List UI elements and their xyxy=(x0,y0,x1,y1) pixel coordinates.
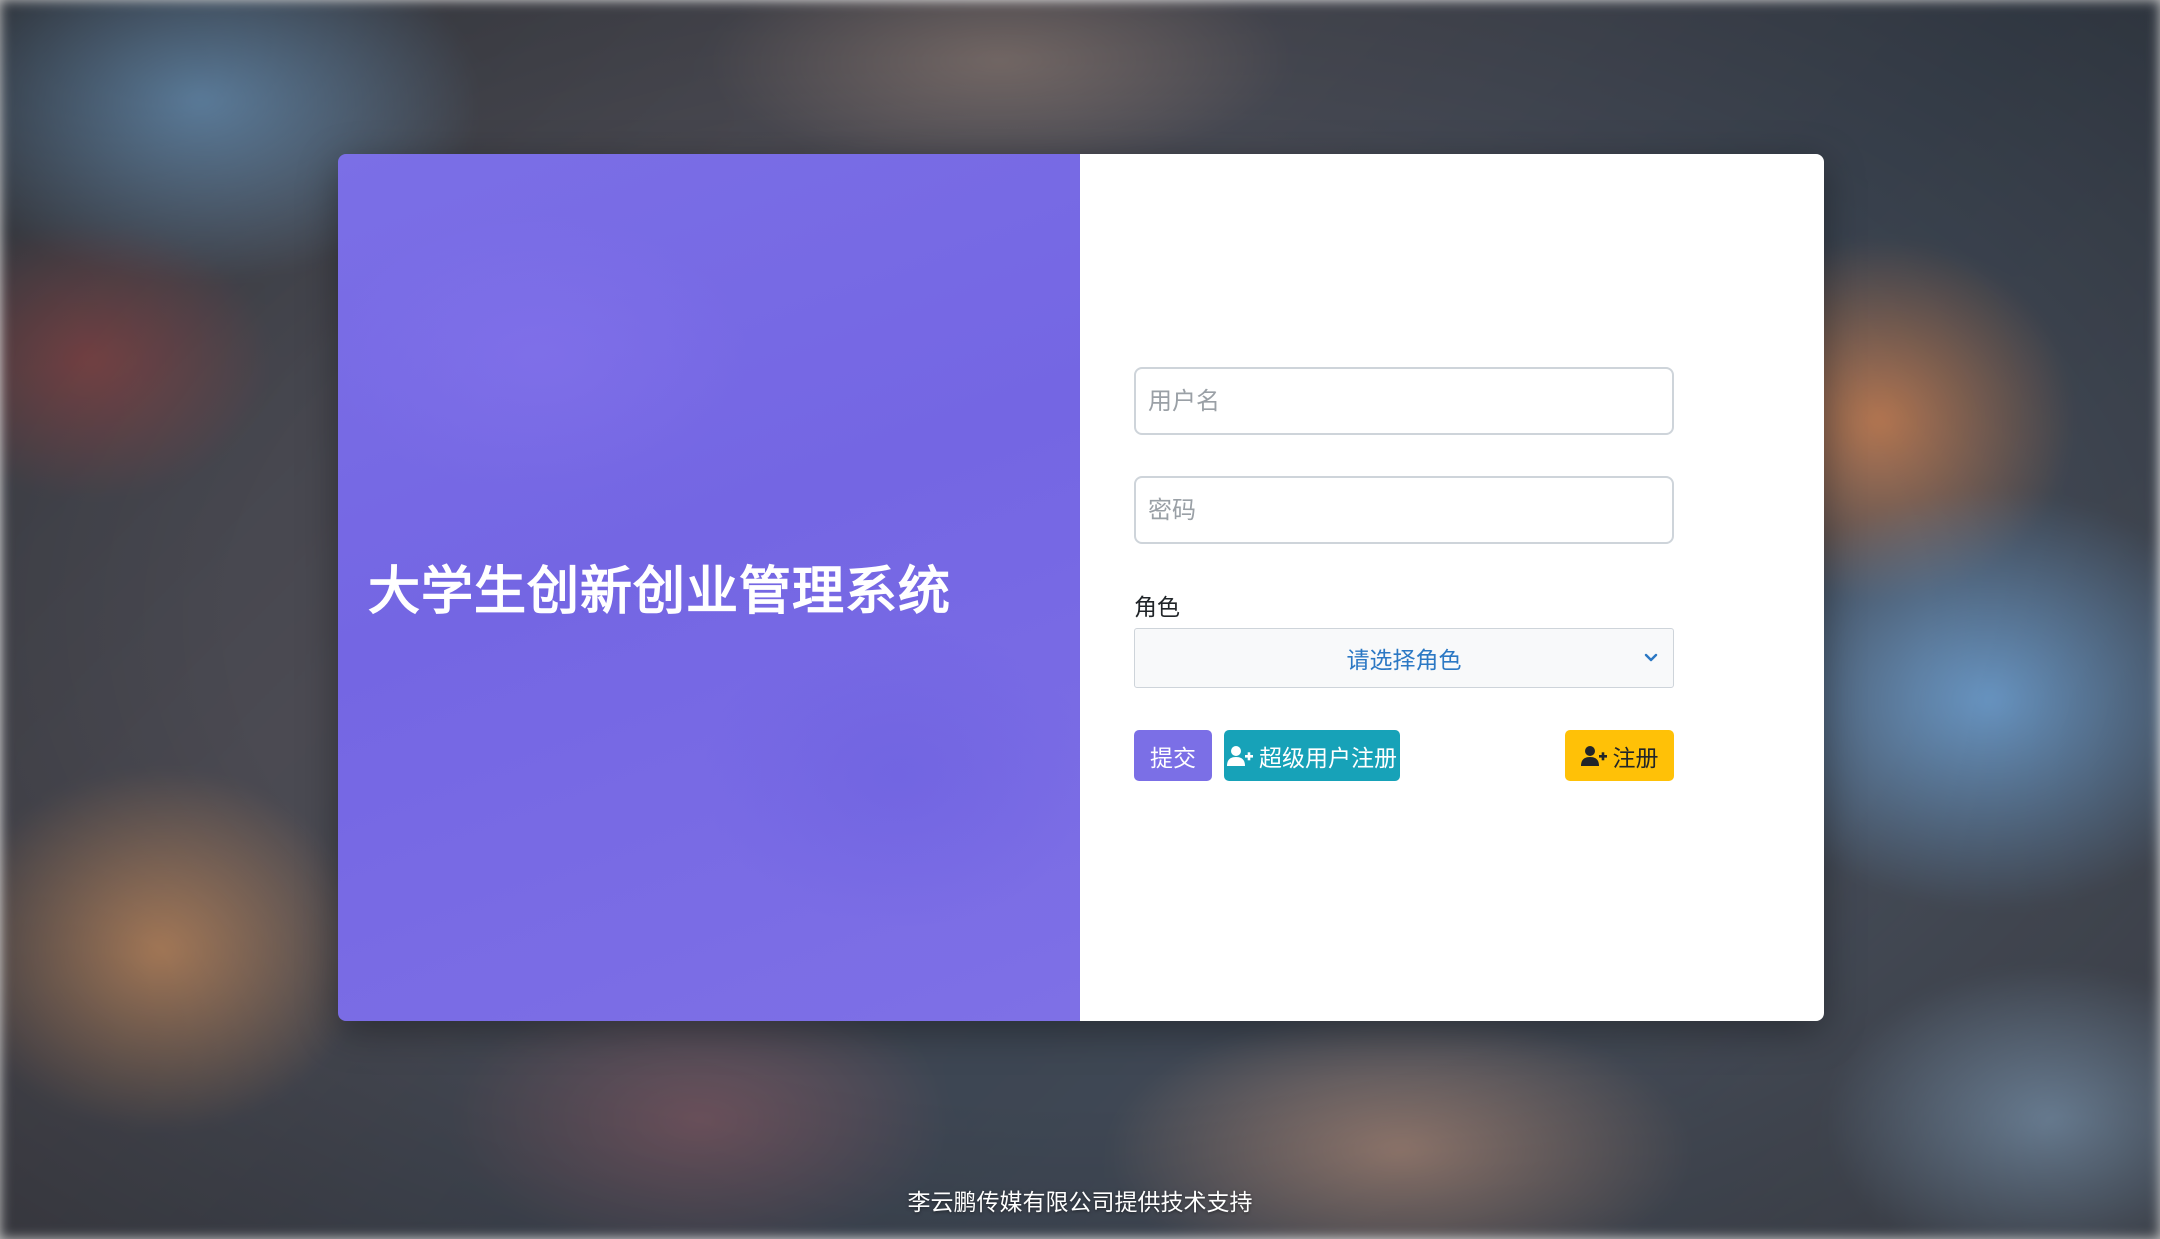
chevron-down-icon xyxy=(1644,653,1658,662)
submit-button-label: 提交 xyxy=(1150,745,1196,772)
login-form: 角色 请选择角色 提交 超级用户注册 xyxy=(1080,154,1824,1021)
register-button-label: 注册 xyxy=(1612,745,1659,772)
footer-text: 李云鹏传媒有限公司提供技术支持 xyxy=(907,1190,1253,1216)
system-title: 大学生创新创业管理系统 xyxy=(368,562,952,622)
submit-button[interactable]: 提交 xyxy=(1134,730,1212,781)
role-select-value: 请选择角色 xyxy=(1346,648,1462,674)
user-plus-icon xyxy=(1227,745,1253,766)
super-register-button[interactable]: 超级用户注册 xyxy=(1224,730,1400,781)
user-plus-icon xyxy=(1580,745,1607,766)
password-input[interactable] xyxy=(1134,476,1674,544)
role-label: 角色 xyxy=(1134,595,1180,621)
branding-panel: 大学生创新创业管理系统 xyxy=(338,154,1080,1021)
username-input[interactable] xyxy=(1134,367,1674,435)
super-register-button-label: 超级用户注册 xyxy=(1259,745,1397,772)
login-card: 大学生创新创业管理系统 角色 请选择角色 提交 超级用户注册 xyxy=(338,154,1824,1021)
role-select[interactable]: 请选择角色 xyxy=(1134,628,1674,688)
register-button[interactable]: 注册 xyxy=(1565,730,1674,781)
